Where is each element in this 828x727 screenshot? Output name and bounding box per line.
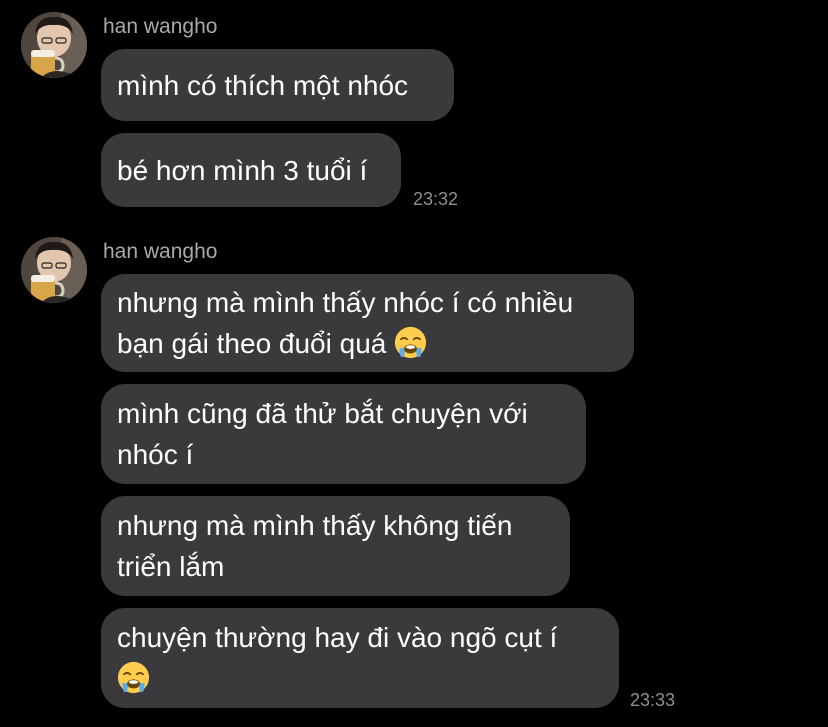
message-text-line: triển lắm xyxy=(117,551,225,582)
loudly-crying-face-emoji-icon xyxy=(117,661,150,694)
sender-name: han wangho xyxy=(103,240,218,263)
message-text-line: chuyện thường hay đi vào ngõ cụt í xyxy=(117,622,558,653)
message-bubble[interactable]: mình có thích một nhóc xyxy=(101,49,454,121)
message-timestamp: 23:32 xyxy=(413,189,459,209)
message-text: bé hơn mình 3 tuổi í xyxy=(117,154,368,186)
avatar[interactable] xyxy=(21,237,87,303)
message-text-line: mình cũng đã thử bắt chuyện với xyxy=(117,398,528,429)
avatar[interactable] xyxy=(21,12,87,78)
message-bubble[interactable]: nhưng mà mình thấy không tiến triển lắm xyxy=(101,496,570,596)
message-text-line: nhưng mà mình thấy nhóc í có nhiều xyxy=(117,287,574,318)
sender-name: han wangho xyxy=(103,15,218,38)
message-text: mình có thích một nhóc xyxy=(117,69,409,101)
message-bubble[interactable]: chuyện thường hay đi vào ngõ cụt í xyxy=(101,608,619,708)
message-text-line: bạn gái theo đuổi quá xyxy=(117,328,387,359)
message-text-line: nhóc í xyxy=(117,439,194,470)
message-timestamp: 23:33 xyxy=(630,690,676,710)
loudly-crying-face-emoji-icon xyxy=(394,326,427,359)
message-bubble[interactable]: bé hơn mình 3 tuổi í xyxy=(101,133,401,207)
message-bubble[interactable]: nhưng mà mình thấy nhóc í có nhiều bạn g… xyxy=(101,274,634,372)
message-text-line: nhưng mà mình thấy không tiến xyxy=(117,510,513,541)
message-bubble[interactable]: mình cũng đã thử bắt chuyện với nhóc í xyxy=(101,384,586,484)
